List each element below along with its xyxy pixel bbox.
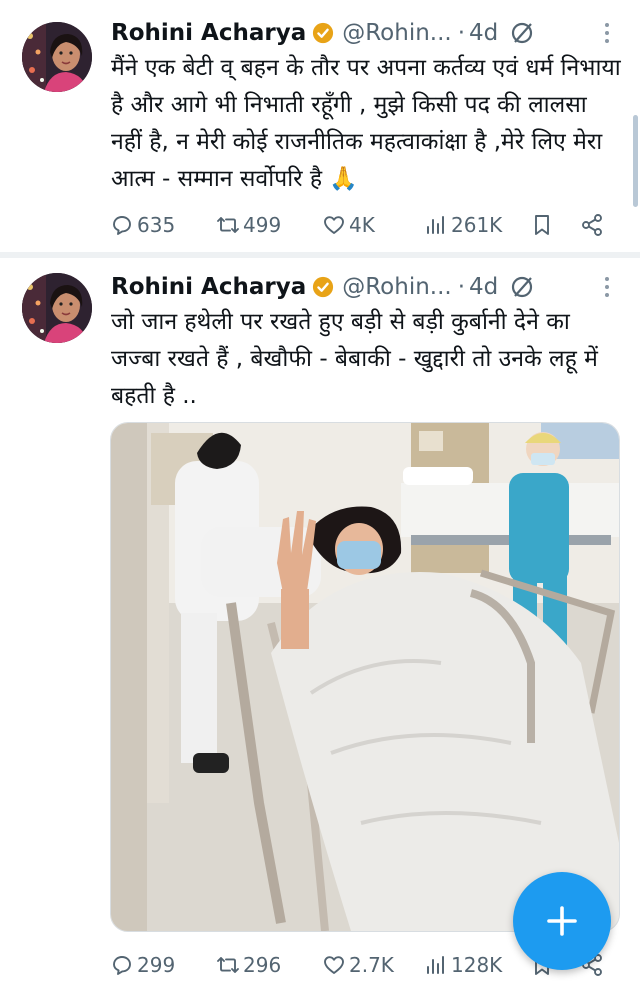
share-button[interactable] bbox=[580, 210, 607, 240]
like-count: 4K bbox=[349, 213, 375, 237]
retweet-button[interactable]: 296 bbox=[216, 950, 281, 980]
verified-badge-icon bbox=[313, 276, 334, 298]
author-name[interactable]: Rohini Acharya bbox=[111, 20, 306, 46]
avatar[interactable] bbox=[22, 22, 92, 92]
tweet-time[interactable]: 4d bbox=[469, 20, 498, 46]
like-button[interactable]: 4K bbox=[322, 210, 375, 240]
bookmark-icon bbox=[535, 215, 549, 235]
retweet-button[interactable]: 499 bbox=[216, 210, 281, 240]
views-count: 261K bbox=[451, 213, 503, 237]
author-handle[interactable]: @Rohin... bbox=[342, 20, 452, 46]
like-count: 2.7K bbox=[349, 953, 394, 977]
more-vertical-icon[interactable] bbox=[604, 276, 610, 298]
reply-count: 635 bbox=[137, 213, 176, 237]
tweet-text: मैंने एक बेटी व् बहन के तौर पर अपना कर्त… bbox=[111, 55, 621, 192]
heart-icon bbox=[324, 956, 344, 974]
no-sign-icon bbox=[512, 276, 533, 298]
retweet-count: 499 bbox=[243, 213, 282, 237]
tweet-media-image[interactable] bbox=[110, 422, 620, 932]
views-count: 128K bbox=[451, 953, 503, 977]
retweet-icon bbox=[217, 217, 239, 233]
separator-dot: · bbox=[457, 20, 466, 46]
views-button[interactable]: 128K bbox=[424, 950, 502, 980]
tweet-header: Rohini Acharya @Rohin... · 4d bbox=[111, 270, 534, 304]
compose-tweet-button[interactable] bbox=[513, 872, 611, 970]
author-handle[interactable]: @Rohin... bbox=[342, 274, 452, 300]
share-icon bbox=[582, 214, 602, 236]
tweet-text: जो जान हथेली पर रखते हुए बड़ी से बड़ी कु… bbox=[111, 309, 598, 409]
tweet[interactable]: Rohini Acharya @Rohin... · 4d मैंने एक ब… bbox=[0, 0, 640, 252]
reply-button[interactable]: 635 bbox=[110, 210, 175, 240]
like-button[interactable]: 2.7K bbox=[322, 950, 394, 980]
separator-dot: · bbox=[457, 274, 466, 300]
plus-icon bbox=[547, 906, 577, 936]
no-sign-icon bbox=[512, 22, 533, 44]
tweet-actions: 635 499 4K 261K bbox=[110, 210, 610, 240]
reply-button[interactable]: 299 bbox=[110, 950, 175, 980]
views-icon bbox=[427, 956, 444, 974]
tweet-header: Rohini Acharya @Rohin... · 4d bbox=[111, 16, 534, 50]
views-icon bbox=[427, 216, 444, 234]
more-vertical-icon[interactable] bbox=[604, 22, 610, 44]
tweet-time[interactable]: 4d bbox=[469, 274, 498, 300]
retweet-icon bbox=[217, 957, 239, 973]
reply-icon bbox=[113, 216, 131, 235]
reply-count: 299 bbox=[137, 953, 176, 977]
verified-badge-icon bbox=[313, 22, 334, 44]
avatar[interactable] bbox=[22, 273, 92, 343]
views-button[interactable]: 261K bbox=[424, 210, 502, 240]
retweet-count: 296 bbox=[243, 953, 282, 977]
reply-icon bbox=[113, 956, 131, 975]
bookmark-button[interactable] bbox=[530, 210, 557, 240]
heart-icon bbox=[324, 216, 344, 234]
author-name[interactable]: Rohini Acharya bbox=[111, 274, 306, 300]
